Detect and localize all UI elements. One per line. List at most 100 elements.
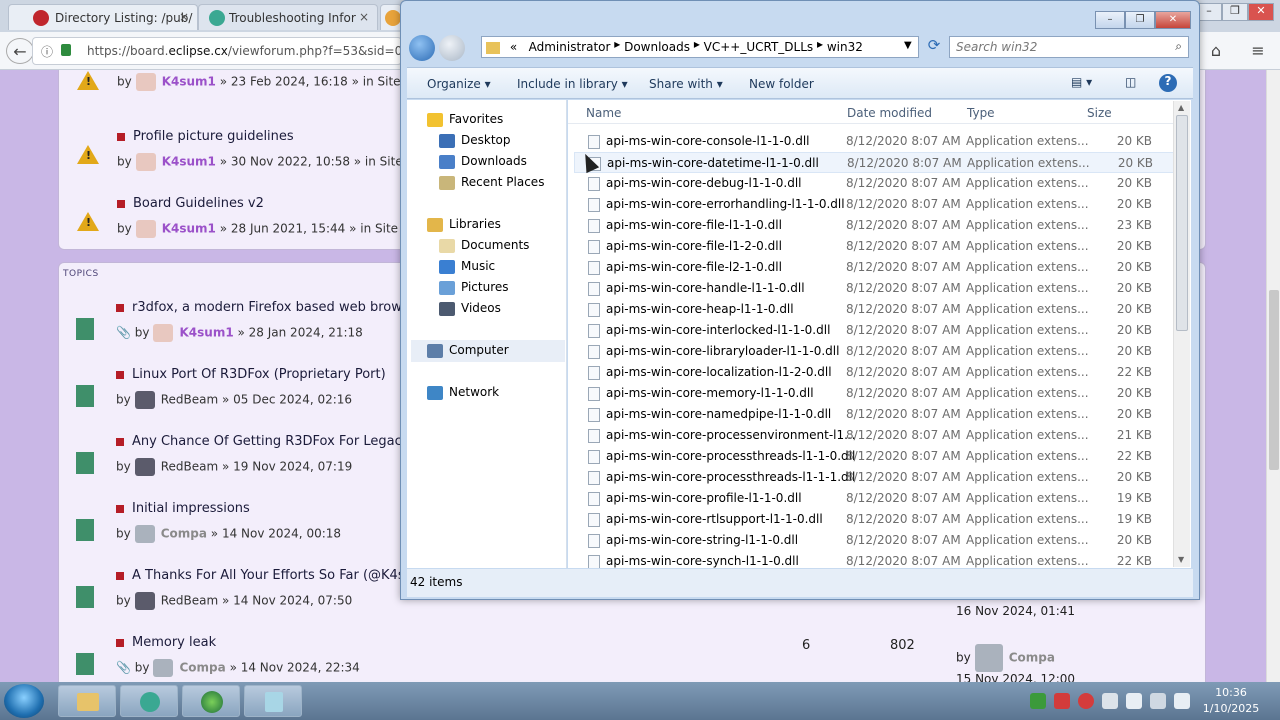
nav-documents[interactable]: Documents <box>439 238 529 253</box>
explorer-titlebar[interactable]: – ❐ ✕ <box>401 1 1199 35</box>
clock[interactable]: 10:36 1/10/2025 <box>1196 685 1266 717</box>
avatar[interactable] <box>134 592 155 610</box>
avatar[interactable] <box>135 153 156 171</box>
back-icon[interactable]: ← <box>6 38 34 64</box>
username-link[interactable]: RedBeam <box>161 460 218 474</box>
tab-directory-listing[interactable]: Directory Listing: /pub/ × <box>8 4 198 30</box>
avatar[interactable] <box>135 220 156 238</box>
url-bar[interactable]: ⓘ https://board.eclipse.cx/viewforum.php… <box>32 37 441 65</box>
file-row[interactable]: api-ms-win-core-rtlsupport-l1-1-0.dll 8/1… <box>574 509 1174 530</box>
file-row[interactable]: api-ms-win-core-synch-l1-1-0.dll 8/12/202… <box>574 551 1174 568</box>
nav-recent-places[interactable]: Recent Places <box>439 175 544 190</box>
page-scrollbar[interactable] <box>1266 70 1280 682</box>
file-row[interactable]: api-ms-win-core-processenvironment-l1...… <box>574 425 1174 446</box>
tray-error-icon[interactable] <box>1054 693 1070 709</box>
forward-icon[interactable] <box>439 35 465 61</box>
username-link[interactable]: Compa <box>179 661 225 675</box>
username-link[interactable]: K4sum1 <box>179 326 233 340</box>
taskbar-app-browser[interactable] <box>182 685 240 717</box>
file-row[interactable]: api-ms-win-core-interlocked-l1-1-0.dll 8/… <box>574 320 1174 341</box>
start-button[interactable] <box>4 684 44 718</box>
topic-title-link[interactable]: A Thanks For All Your Efforts So Far (@K… <box>132 568 413 583</box>
nav-downloads[interactable]: Downloads <box>439 154 527 169</box>
file-row[interactable]: api-ms-win-core-handle-l1-1-0.dll 8/12/20… <box>574 278 1174 299</box>
avatar[interactable] <box>135 73 156 91</box>
nav-pictures[interactable]: Pictures <box>439 280 509 295</box>
search-icon[interactable]: ⌕ <box>1175 39 1182 54</box>
home-icon[interactable]: ⌂ <box>1202 38 1230 64</box>
close-tab-icon[interactable]: × <box>179 10 189 24</box>
file-row[interactable]: api-ms-win-core-datetime-l1-1-0.dll 8/12/… <box>574 152 1174 173</box>
topic-title-link[interactable]: Memory leak <box>132 635 216 650</box>
topic-title-link[interactable]: Initial impressions <box>132 501 250 516</box>
tray-app-icon[interactable] <box>1102 693 1118 709</box>
file-row[interactable]: api-ms-win-core-file-l2-1-0.dll 8/12/2020… <box>574 257 1174 278</box>
taskbar-explorer[interactable] <box>58 685 116 717</box>
nav-libraries[interactable]: Libraries <box>427 217 501 232</box>
avatar[interactable] <box>153 324 174 342</box>
topic-title-link[interactable]: Profile picture guidelines <box>133 129 294 144</box>
avatar[interactable] <box>134 458 155 476</box>
username-link[interactable]: RedBeam <box>161 594 218 608</box>
avatar[interactable] <box>974 644 1003 672</box>
tray-network-icon[interactable] <box>1030 693 1046 709</box>
nav-desktop[interactable]: Desktop <box>439 133 511 148</box>
explorer-close-button[interactable]: ✕ <box>1155 11 1191 29</box>
username-link[interactable]: K4sum1 <box>162 155 216 169</box>
close-tab-icon[interactable]: × <box>359 10 369 24</box>
avatar[interactable] <box>153 659 174 677</box>
breadcrumb-overflow[interactable]: « <box>510 40 517 54</box>
avatar[interactable] <box>134 391 155 409</box>
file-row[interactable]: api-ms-win-core-processthreads-l1-1-0.dl… <box>574 446 1174 467</box>
scroll-up-icon[interactable]: ▲ <box>1178 103 1184 112</box>
file-row[interactable]: api-ms-win-core-string-l1-1-0.dll 8/12/20… <box>574 530 1174 551</box>
file-row[interactable]: api-ms-win-core-debug-l1-1-0.dll 8/12/202… <box>574 173 1174 194</box>
column-size[interactable]: Size <box>1087 106 1112 120</box>
username-link[interactable]: K4sum1 <box>162 222 216 236</box>
file-row[interactable]: api-ms-win-core-localization-l1-2-0.dll 8… <box>574 362 1174 383</box>
column-name[interactable]: Name <box>586 106 621 120</box>
search-input[interactable]: Search win32 ⌕ <box>949 36 1189 58</box>
avatar[interactable] <box>134 525 155 543</box>
file-row[interactable]: api-ms-win-core-libraryloader-l1-1-0.dll… <box>574 341 1174 362</box>
scroll-thumb[interactable] <box>1176 115 1188 331</box>
browser-maximize-button[interactable]: ❐ <box>1222 3 1248 21</box>
nav-music[interactable]: Music <box>439 259 495 274</box>
nav-network[interactable]: Network <box>427 385 499 400</box>
file-row[interactable]: api-ms-win-core-processthreads-l1-1-1.dl… <box>574 467 1174 488</box>
organize-menu[interactable]: Organize ▾ <box>427 77 491 91</box>
new-folder-button[interactable]: New folder <box>749 77 814 91</box>
file-row[interactable]: api-ms-win-core-file-l1-1-0.dll 8/12/2020… <box>574 215 1174 236</box>
tab-troubleshooting[interactable]: Troubleshooting Infor × <box>198 4 378 30</box>
file-row[interactable]: api-ms-win-core-heap-l1-1-0.dll 8/12/2020… <box>574 299 1174 320</box>
flag-icon[interactable] <box>1126 693 1142 709</box>
preview-pane-icon[interactable]: ◫ <box>1125 75 1136 89</box>
taskbar-app-notepad[interactable] <box>244 685 302 717</box>
username-link[interactable]: RedBeam <box>161 393 218 407</box>
breadcrumb-win32[interactable]: win32 <box>827 40 863 54</box>
file-row[interactable]: api-ms-win-core-memory-l1-1-0.dll 8/12/20… <box>574 383 1174 404</box>
topic-title-link[interactable]: Board Guidelines v2 <box>133 196 264 211</box>
page-scroll-thumb[interactable] <box>1269 290 1279 470</box>
breadcrumb-vc-ucrt[interactable]: VC++_UCRT_DLLs <box>704 40 814 54</box>
browser-close-button[interactable]: ✕ <box>1248 3 1274 21</box>
column-type[interactable]: Type <box>967 106 995 120</box>
explorer-minimize-button[interactable]: – <box>1095 11 1125 29</box>
file-row[interactable]: api-ms-win-core-errorhandling-l1-1-0.dll… <box>574 194 1174 215</box>
menu-icon[interactable]: ≡ <box>1244 38 1272 64</box>
address-bar[interactable]: « Administrator ▸ Downloads ▸ VC++_UCRT_… <box>481 36 919 58</box>
file-row[interactable]: api-ms-win-core-namedpipe-l1-1-0.dll 8/12… <box>574 404 1174 425</box>
breadcrumb-downloads[interactable]: Downloads <box>624 40 690 54</box>
help-icon[interactable]: ? <box>1159 74 1177 92</box>
file-list-scrollbar[interactable]: ▲ ▼ <box>1173 101 1190 567</box>
file-row[interactable]: api-ms-win-core-console-l1-1-0.dll 8/12/2… <box>574 131 1174 152</box>
username-link[interactable]: Compa <box>1009 651 1055 665</box>
view-options-icon[interactable]: ▤ ▾ <box>1071 75 1092 89</box>
username-link[interactable]: K4sum1 <box>162 75 216 89</box>
tab-partial[interactable] <box>380 4 402 30</box>
share-with-menu[interactable]: Share with ▾ <box>649 77 723 91</box>
scroll-down-icon[interactable]: ▼ <box>1178 555 1184 564</box>
username-link[interactable]: Compa <box>161 527 207 541</box>
topic-title-link[interactable]: Any Chance Of Getting R3DFox For Legacy … <box>132 434 422 449</box>
nav-computer[interactable]: Computer <box>411 340 565 362</box>
